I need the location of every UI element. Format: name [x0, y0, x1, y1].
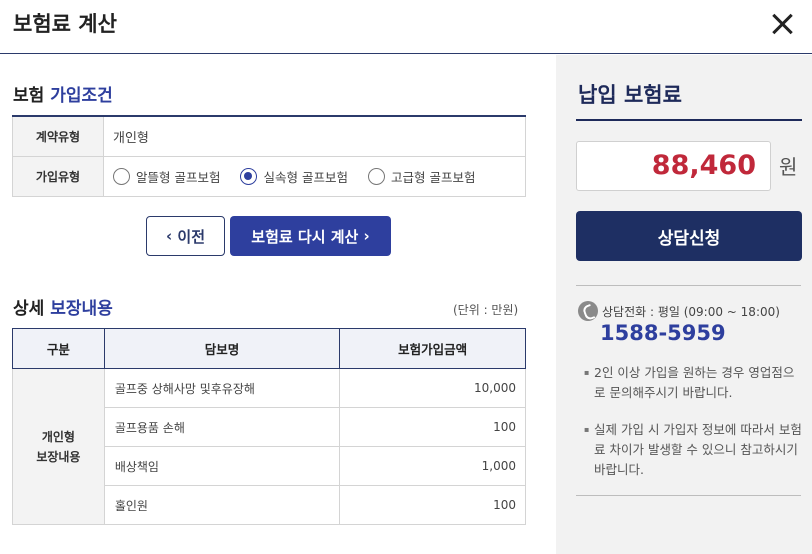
coverage-section-title: 상세 보장내용 [13, 294, 113, 319]
coverage-name: 골프중 상해사망 및후유장해 [103, 368, 341, 408]
plan-type-row: 가입유형 알뜰형 골프보험 실속형 골프보험 고급형 골프보험 [12, 157, 526, 197]
unit-note: (단위 : 만원) [453, 303, 519, 317]
prev-button[interactable]: ‹ 이전 [146, 216, 225, 256]
left-panel: 보험 가입조건 계약유형 개인형 가입유형 알뜰형 골프보험 실속형 골프보험 … [0, 55, 556, 554]
plan-option-basic[interactable]: 알뜰형 골프보험 [113, 167, 220, 186]
premium-title-divider [576, 119, 802, 121]
coverage-amount: 10,000 [339, 368, 526, 408]
phone-number[interactable]: 1588-5959 [600, 321, 726, 345]
group-label-line1: 개인형 [41, 429, 75, 444]
plan-option-label: 실속형 골프보험 [263, 170, 348, 185]
coverage-name: 배상책임 [103, 446, 341, 486]
modal-title: 보험료 계산 [13, 12, 117, 36]
coverage-amount: 100 [339, 407, 526, 447]
radio-standard[interactable] [240, 168, 258, 185]
close-icon[interactable] [770, 9, 796, 39]
prev-button-label: 이전 [177, 227, 206, 246]
notice-item: 실제 가입 시 가입자 정보에 따라서 보험료 차이가 발생할 수 있으니 참고… [584, 420, 802, 480]
radio-basic[interactable] [113, 168, 130, 185]
premium-amount-box: 88,460 [576, 141, 771, 191]
plan-option-label: 알뜰형 골프보험 [136, 170, 221, 185]
contract-type-row: 계약유형 개인형 [12, 117, 526, 157]
recalculate-button-label: 보험료 다시 계산 [251, 227, 359, 246]
header-category: 구분 [12, 328, 105, 369]
modal-header: 보험료 계산 [0, 0, 812, 54]
phone-hours: 상담전화 : 평일 (09:00 ~ 18:00) [578, 301, 780, 321]
divider [576, 495, 801, 496]
coverage-amount: 100 [339, 485, 526, 525]
coverage-title-plain: 상세 [13, 299, 45, 319]
coverage-amount: 1,000 [339, 446, 526, 486]
notice-item: 2인 이상 가입을 원하는 경우 영업점으로 문의해주시기 바랍니다. [584, 363, 802, 403]
contract-type-value: 개인형 [104, 117, 526, 156]
phone-hours-label: 상담전화 : 평일 (09:00 ~ 18:00) [602, 304, 780, 319]
coverage-title-highlight: 보장내용 [50, 299, 113, 319]
premium-title: 납입 보험료 [578, 83, 682, 107]
table-row: 개인형 보장내용 골프중 상해사망 및후유장해 10,000 [12, 368, 526, 525]
plan-type-options: 알뜰형 골프보험 실속형 골프보험 고급형 골프보험 [104, 157, 526, 196]
plan-option-premium[interactable]: 고급형 골프보험 [367, 167, 476, 186]
conditions-section-title: 보험 가입조건 [13, 81, 113, 106]
coverage-header-row: 구분 담보명 보험가입금액 [12, 328, 526, 369]
recalculate-button[interactable]: 보험료 다시 계산 › [230, 216, 391, 256]
coverage-table: 구분 담보명 보험가입금액 개인형 보장내용 골프중 상해사망 및후유장해 10… [12, 328, 526, 525]
conditions-table: 계약유형 개인형 가입유형 알뜰형 골프보험 실속형 골프보험 고급형 골프보험 [12, 115, 526, 197]
premium-amount: 88,460 [651, 150, 756, 181]
group-label: 개인형 보장내용 [12, 368, 105, 525]
group-label-line2: 보장내용 [36, 449, 81, 464]
plan-type-label: 가입유형 [12, 157, 104, 196]
plan-option-standard[interactable]: 실속형 골프보험 [240, 167, 348, 186]
coverage-name: 홀인원 [103, 485, 341, 525]
consult-request-button[interactable]: 상담신청 [576, 211, 802, 261]
currency-unit: 원 [779, 155, 798, 179]
header-insured-amount: 보험가입금액 [339, 328, 526, 369]
divider [576, 285, 801, 286]
conditions-title-highlight: 가입조건 [50, 86, 113, 106]
header-coverage-name: 담보명 [103, 328, 341, 369]
contract-type-label: 계약유형 [12, 117, 104, 156]
conditions-title-plain: 보험 [13, 86, 45, 106]
right-panel: 납입 보험료 88,460 원 상담신청 상담전화 : 평일 (09:00 ~ … [556, 55, 812, 554]
phone-icon [578, 301, 598, 321]
chevron-right-icon: › [363, 227, 370, 245]
radio-premium[interactable] [367, 168, 385, 185]
coverage-name: 골프용품 손해 [103, 407, 341, 447]
chevron-left-icon: ‹ [165, 227, 173, 245]
plan-option-label: 고급형 골프보험 [390, 170, 476, 185]
